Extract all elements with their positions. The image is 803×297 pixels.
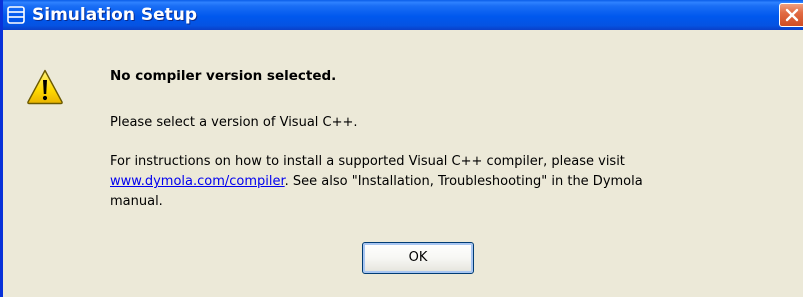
simulation-setup-dialog: Simulation Setup No compiler version sel… — [0, 0, 803, 297]
message-instructions-line2-rest: . See also "Installation, Troubleshootin… — [284, 174, 643, 189]
message-instructions-line3: manual. — [110, 194, 163, 209]
ok-button[interactable]: OK — [362, 242, 474, 274]
compiler-link[interactable]: www.dymola.com/compiler — [110, 174, 285, 189]
dialog-heading: No compiler version selected. — [110, 68, 337, 84]
warning-icon — [27, 69, 63, 105]
message-instructions-line2: www.dymola.com/compiler. See also "Insta… — [110, 172, 643, 192]
close-button[interactable] — [779, 3, 803, 27]
window-title: Simulation Setup — [32, 5, 198, 25]
close-icon — [785, 8, 799, 22]
dymola-window-icon — [7, 6, 25, 24]
message-instructions-line1: For instructions on how to install a sup… — [110, 154, 625, 169]
title-bar[interactable]: Simulation Setup — [3, 0, 803, 30]
message-select-version: Please select a version of Visual C++. — [110, 115, 358, 130]
